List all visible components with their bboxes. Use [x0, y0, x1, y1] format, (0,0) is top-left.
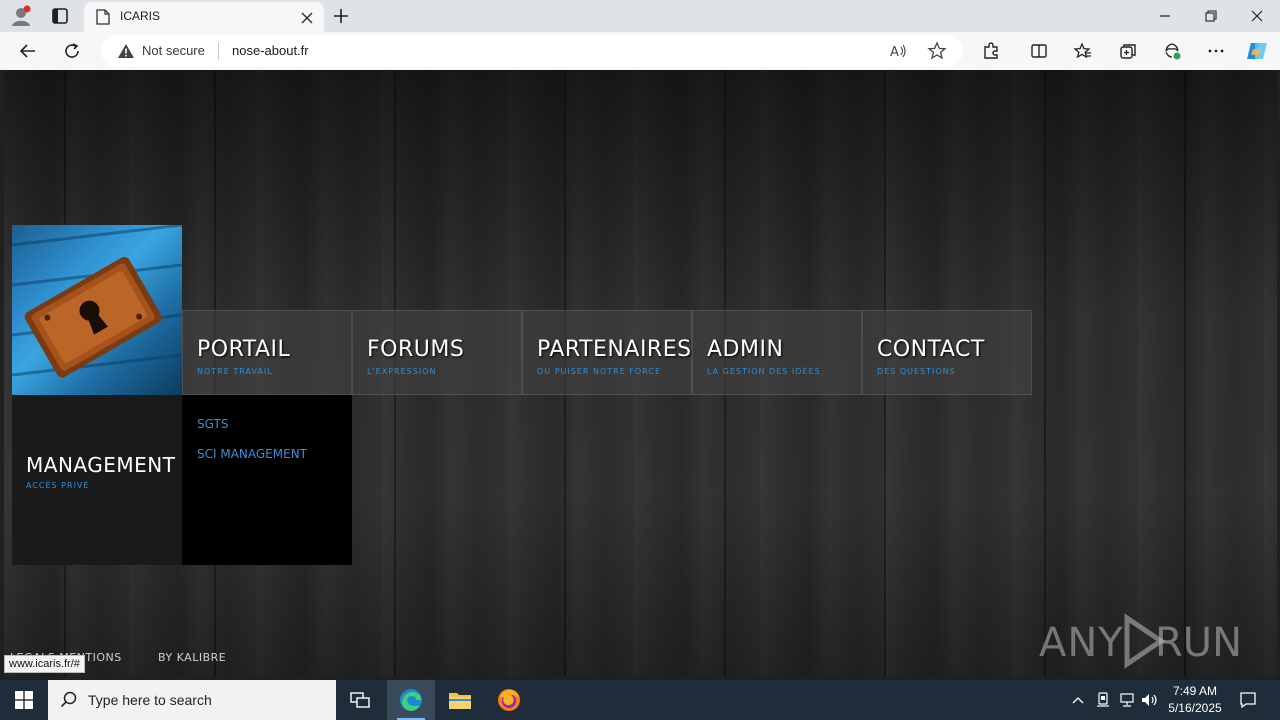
wood-plank-line	[1184, 70, 1186, 677]
security-label[interactable]: Not secure	[142, 43, 205, 58]
search-placeholder: Type here to search	[88, 692, 212, 708]
wood-plank-line	[1044, 70, 1046, 677]
keyhole-image	[12, 225, 182, 395]
warning-icon[interactable]	[117, 43, 135, 59]
volume-icon[interactable]	[1140, 680, 1160, 720]
browser-toolbar: Not secure nose-about.fr A	[0, 32, 1280, 70]
svg-text:RUN: RUN	[1155, 620, 1239, 666]
menu-portail[interactable]: PORTAIL NOTRE TRAVAIL	[182, 310, 352, 395]
submenu-item-sci-management[interactable]: SCI MANAGEMENT	[197, 447, 307, 461]
collections-icon[interactable]	[1116, 39, 1140, 63]
anyrun-watermark: ANY RUN	[1039, 610, 1242, 672]
refresh-icon[interactable]	[60, 39, 84, 63]
address-bar[interactable]: Not secure nose-about.fr A	[101, 35, 963, 67]
submenu-item-sgts[interactable]: SGTS	[197, 417, 228, 431]
taskbar-search-box[interactable]: Type here to search	[48, 680, 336, 720]
tab-icaris[interactable]: ICARIS	[84, 2, 324, 32]
footer-by-link[interactable]: BY KALIBRE	[158, 651, 226, 664]
file-explorer-icon[interactable]	[436, 680, 484, 720]
menu-forums[interactable]: FORUMS L'EXPRESSION	[352, 310, 522, 395]
menu-contact[interactable]: CONTACT DES QUESTIONS	[862, 310, 1032, 395]
windows-taskbar: Type here to search 7:49 AM 5/16/2025	[0, 680, 1280, 720]
svg-text:ANY: ANY	[1039, 620, 1124, 666]
svg-text:A: A	[890, 45, 899, 60]
menu-title: FORUMS	[367, 337, 465, 362]
new-tab-icon[interactable]	[332, 7, 350, 25]
search-icon	[60, 691, 78, 713]
restore-icon[interactable]	[1188, 0, 1234, 32]
menu-admin[interactable]: ADMIN LA GESTION DES IDÉES	[692, 310, 862, 395]
address-divider	[218, 42, 219, 60]
menu-partenaires[interactable]: PARTENAIRES OU PUISER NOTRE FORCE	[522, 310, 692, 395]
status-bar-url: www.icaris.fr/#	[4, 655, 85, 673]
close-tab-icon[interactable]	[300, 10, 314, 24]
back-icon[interactable]	[16, 39, 40, 63]
edge-taskbar-icon[interactable]	[387, 680, 435, 720]
menu-management[interactable]: MANAGEMENT ACCÈS PRIVÉ	[12, 395, 182, 565]
profile-icon[interactable]	[10, 5, 32, 27]
tab-title: ICARIS	[120, 9, 161, 23]
menu-title: ADMIN	[707, 337, 784, 362]
clock-date: 5/16/2025	[1168, 701, 1222, 715]
device-icon[interactable]	[1094, 680, 1112, 720]
url-text[interactable]: nose-about.fr	[232, 43, 309, 58]
page-viewport: PORTAIL NOTRE TRAVAIL FORUMS L'EXPRESSIO…	[4, 70, 1277, 677]
menu-subtitle: DES QUESTIONS	[877, 367, 956, 376]
tab-actions-icon[interactable]	[50, 6, 70, 26]
favorite-star-icon[interactable]	[927, 41, 947, 61]
menu-title: PORTAIL	[197, 337, 291, 362]
menu-subtitle: OU PUISER NOTRE FORCE	[537, 367, 661, 376]
page-icon	[96, 9, 110, 25]
menu-subtitle: LA GESTION DES IDÉES	[707, 367, 821, 376]
menu-subtitle: L'EXPRESSION	[367, 367, 437, 376]
browser-essentials-icon[interactable]	[1160, 39, 1184, 63]
menu-title: PARTENAIRES	[537, 337, 692, 362]
show-hidden-icons-icon[interactable]	[1068, 680, 1088, 720]
split-screen-icon[interactable]	[1027, 39, 1051, 63]
minimize-icon[interactable]	[1142, 0, 1188, 32]
close-window-icon[interactable]	[1234, 0, 1280, 32]
read-aloud-icon[interactable]: A	[888, 41, 908, 61]
copilot-icon[interactable]	[1245, 39, 1269, 63]
management-subtitle: ACCÈS PRIVÉ	[26, 481, 90, 490]
browser-tab-bar: ICARIS	[0, 0, 1280, 32]
management-title: MANAGEMENT	[26, 453, 176, 477]
task-view-icon[interactable]	[336, 680, 384, 720]
management-submenu: SGTS SCI MANAGEMENT	[182, 395, 352, 565]
firefox-icon[interactable]	[485, 680, 533, 720]
extensions-icon[interactable]	[979, 39, 1003, 63]
windows-start-icon[interactable]	[0, 680, 48, 720]
clock-time: 7:49 AM	[1172, 684, 1218, 698]
taskbar-clock[interactable]: 7:49 AM 5/16/2025	[1160, 683, 1230, 717]
more-menu-icon[interactable]	[1204, 39, 1228, 63]
notifications-icon[interactable]	[1236, 680, 1260, 720]
network-icon[interactable]	[1117, 680, 1137, 720]
menu-subtitle: NOTRE TRAVAIL	[197, 367, 273, 376]
menu-title: CONTACT	[877, 337, 985, 362]
favorites-icon[interactable]	[1071, 39, 1095, 63]
